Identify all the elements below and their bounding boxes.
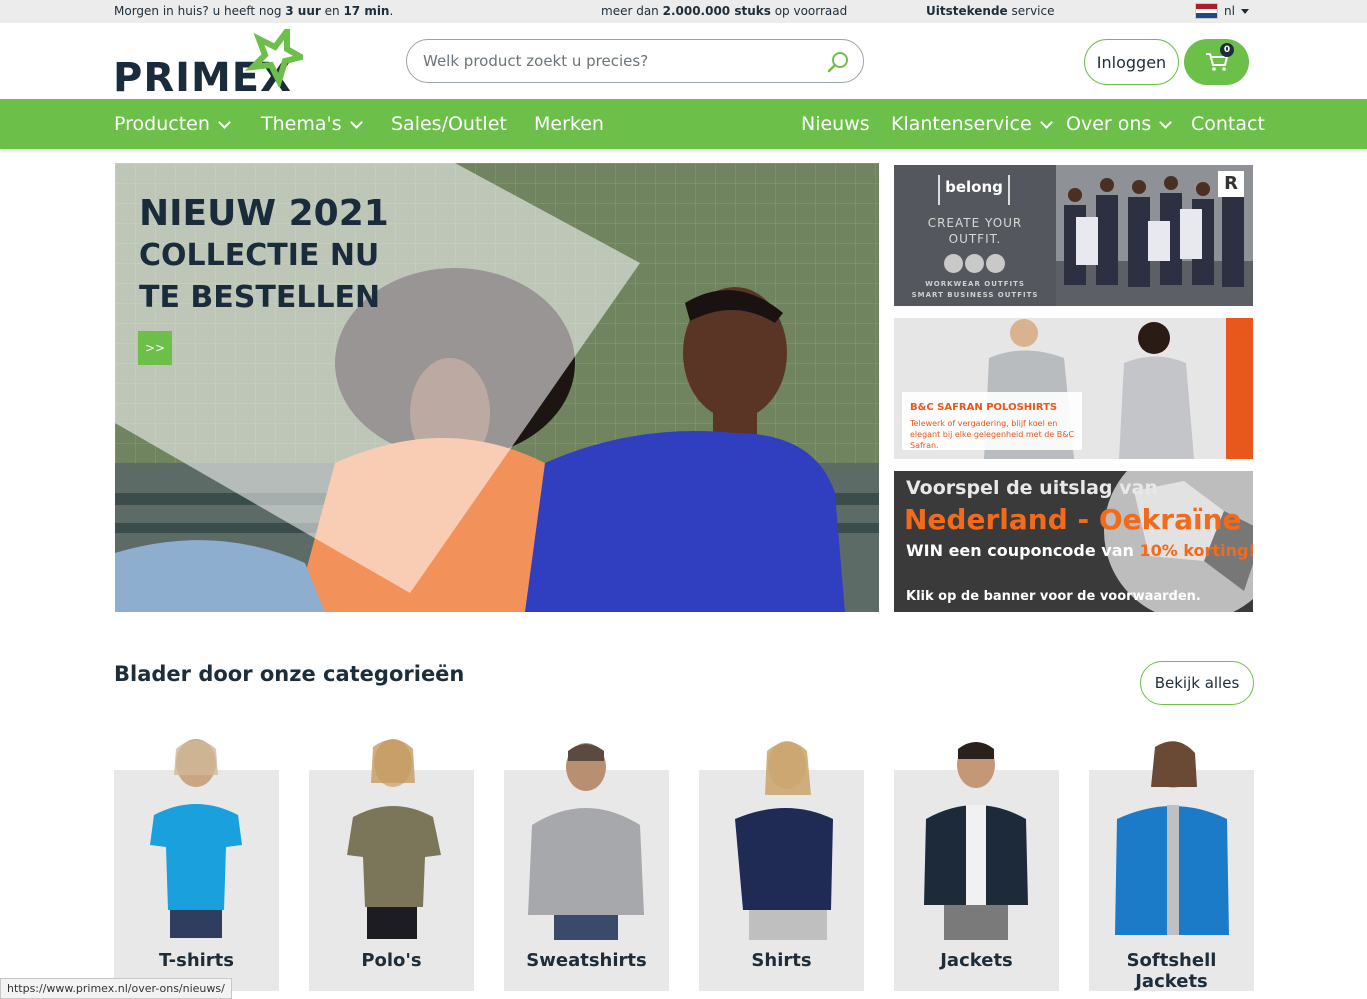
- match-line-3: WIN een couponcode van 10% korting!!!: [906, 541, 1253, 560]
- safran-polo-banner[interactable]: B&C SAFRAN POLOSHIRTS Telewerk of vergad…: [894, 318, 1253, 459]
- search-icon[interactable]: [827, 51, 849, 73]
- hero-arrow-button[interactable]: >>: [138, 331, 172, 365]
- categories-title: Blader door onze categorieën: [114, 662, 465, 686]
- category-name: Softshell Jackets: [1126, 950, 1217, 992]
- category-card-sweatshirts[interactable]: Sweatshirts: [504, 735, 669, 991]
- language-label: nl: [1224, 4, 1235, 18]
- category-card-jackets[interactable]: Jackets: [894, 735, 1059, 991]
- category-card-softshell-jackets[interactable]: Softshell Jackets: [1089, 735, 1254, 992]
- hero-headline: NIEUW 2021 COLLECTIE NU TE BESTELLEN: [139, 193, 389, 315]
- category-name: T-shirts: [159, 950, 234, 971]
- nav-item-klantenservice[interactable]: Klantenservice: [891, 113, 1053, 135]
- polo-model-image: [347, 739, 441, 939]
- belong-brand: belong: [938, 175, 1010, 205]
- match-line-4: Klik op de banner voor de voorwaarden.: [906, 589, 1201, 604]
- category-card-polos[interactable]: Polo's: [309, 735, 474, 991]
- nav-item-contact[interactable]: Contact: [1191, 113, 1265, 135]
- nav-item-merken[interactable]: Merken: [534, 113, 604, 135]
- status-bar-url: https://www.primex.nl/over-ons/nieuws/: [0, 978, 232, 999]
- language-selector[interactable]: nl: [1195, 3, 1249, 19]
- ek-prediction-banner[interactable]: Voorspel de uitslag van Nederland - Oekr…: [894, 471, 1253, 612]
- search-box: [406, 39, 864, 83]
- caret-down-icon: [1240, 8, 1249, 14]
- russell-logo: R: [1218, 171, 1244, 197]
- nav-item-themas[interactable]: Thema's: [261, 113, 363, 135]
- cart-count-badge: 0: [1220, 43, 1234, 57]
- service-info: Uitstekende service: [926, 4, 1055, 18]
- tools-icon: [944, 254, 963, 273]
- match-title: Nederland - Oekraïne: [904, 503, 1242, 536]
- stock-info: meer dan 2.000.000 stuks op voorraad: [601, 4, 848, 18]
- softshell-model-image: [1115, 741, 1229, 935]
- category-name: Sweatshirts: [526, 950, 647, 971]
- hero-banner[interactable]: NIEUW 2021 COLLECTIE NU TE BESTELLEN >>: [115, 163, 879, 612]
- laptop-icon: [965, 254, 984, 273]
- star-logo-icon: [245, 29, 303, 87]
- category-name: Jackets: [940, 950, 1013, 971]
- belong-banner[interactable]: belong CREATE YOUR OUTFIT. WORKWEAR OUTFI…: [894, 165, 1253, 306]
- nav-item-nieuws[interactable]: Nieuws: [801, 113, 870, 135]
- top-info-bar: Morgen in huis? u heeft nog 3 uur en 17 …: [0, 0, 1367, 23]
- chevron-down-icon: [1159, 115, 1173, 129]
- sweatshirt-model-image: [528, 743, 644, 940]
- view-all-button[interactable]: Bekijk alles: [1140, 661, 1254, 705]
- search-input[interactable]: [423, 50, 813, 72]
- login-button[interactable]: Inloggen: [1084, 39, 1179, 85]
- check-icon: [986, 254, 1005, 273]
- category-card-shirts[interactable]: Shirts: [699, 735, 864, 991]
- delivery-countdown: Morgen in huis? u heeft nog 3 uur en 17 …: [114, 4, 394, 18]
- category-name: Polo's: [361, 950, 422, 971]
- chevron-down-icon: [349, 115, 363, 129]
- safran-label: B&C SAFRAN POLOSHIRTS Telewerk of vergad…: [902, 392, 1082, 450]
- match-line-1: Voorspel de uitslag van: [906, 477, 1158, 499]
- belong-outfits: WORKWEAR OUTFITS SMART BUSINESS OUTFITS: [911, 280, 1039, 299]
- category-card-tshirts[interactable]: T-shirts: [114, 735, 279, 991]
- belong-tagline: CREATE YOUR OUTFIT.: [927, 216, 1023, 246]
- netherlands-flag-icon: [1195, 3, 1218, 19]
- jacket-model-image: [924, 742, 1028, 940]
- nav-item-sales-outlet[interactable]: Sales/Outlet: [391, 113, 507, 135]
- primex-logo[interactable]: PRIMEX: [113, 29, 303, 101]
- cart-button[interactable]: 0: [1184, 39, 1249, 85]
- main-navigation: Producten Thema's Sales/Outlet Merken Ni…: [0, 99, 1367, 149]
- category-name: Shirts: [751, 950, 812, 971]
- shirt-model-image: [735, 741, 833, 940]
- chevron-down-icon: [218, 115, 231, 129]
- orange-strip: [1226, 318, 1253, 459]
- tshirt-model-image: [150, 739, 242, 938]
- belong-icons: [944, 254, 1005, 273]
- site-header: PRIMEX Inloggen 0: [0, 23, 1367, 101]
- nav-item-over-ons[interactable]: Over ons: [1066, 113, 1173, 135]
- chevron-down-icon: [1039, 115, 1053, 129]
- nav-item-producten[interactable]: Producten: [114, 113, 231, 135]
